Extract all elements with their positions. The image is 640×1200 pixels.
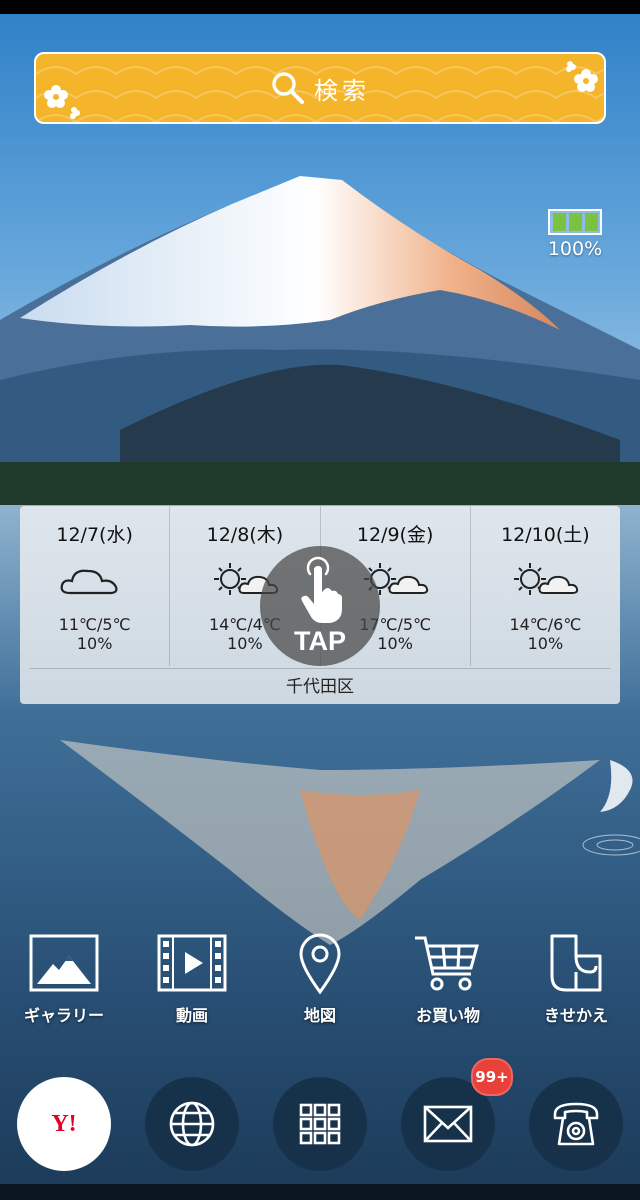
weather-location: 千代田区 [286, 677, 354, 697]
app-map[interactable]: 地図 [256, 928, 384, 1026]
weather-temp: 11℃/5℃ [58, 615, 131, 634]
blossom-icon [44, 85, 80, 119]
map-pin-icon [299, 933, 341, 994]
tap-hand-icon [301, 556, 342, 623]
weather-date: 12/10(土) [501, 524, 590, 546]
app-video[interactable]: 動画 [128, 928, 256, 1026]
search-label: 検索 [314, 76, 370, 105]
battery-cell [552, 213, 566, 231]
search-icon [272, 72, 304, 104]
dock: Y! [0, 1077, 640, 1171]
weather-day: 12/10(土) 14℃/6℃ 10% [469, 506, 620, 666]
weather-rain-chance: 10% [76, 634, 113, 653]
yahoo-icon: Y! [51, 1110, 77, 1137]
phone-button[interactable] [529, 1077, 623, 1171]
mail-badge: 99+ [471, 1058, 513, 1096]
app-grid-icon [299, 1103, 341, 1145]
weather-divider [30, 668, 610, 669]
sun-cloud-icon [514, 563, 579, 595]
theme-icon [550, 934, 602, 992]
app-shortcuts: ギャラリー 動画 地図 お買い物 きせかえ [0, 928, 640, 1026]
globe-icon [169, 1101, 215, 1147]
battery-cell [584, 213, 598, 231]
app-label: ギャラリー [23, 1006, 104, 1025]
app-label: 地図 [303, 1006, 336, 1025]
weather-date: 12/9(金) [356, 524, 434, 546]
battery-widget[interactable]: 100% [547, 209, 603, 260]
shopping-cart-icon [415, 936, 479, 991]
weather-temp: 14℃/6℃ [509, 615, 582, 634]
weather-date: 12/7(水) [56, 524, 133, 546]
gallery-icon [29, 934, 99, 992]
cloud-icon [60, 569, 118, 595]
phone-icon [553, 1102, 599, 1146]
app-shopping[interactable]: お買い物 [384, 928, 512, 1026]
app-label: お買い物 [415, 1006, 480, 1025]
weather-rain-chance: 10% [527, 634, 564, 653]
navigation-bar [0, 1184, 640, 1200]
mail-icon [423, 1105, 473, 1143]
app-drawer-button[interactable] [273, 1077, 367, 1171]
battery-cell [568, 213, 582, 231]
app-gallery[interactable]: ギャラリー [0, 928, 128, 1026]
battery-icon [548, 209, 602, 235]
yahoo-button[interactable]: Y! [17, 1077, 111, 1171]
weather-day: 12/7(水) 11℃/5℃ 10% [20, 506, 169, 666]
status-bar [0, 0, 640, 14]
tap-label: TAP [294, 626, 346, 656]
browser-button[interactable] [145, 1077, 239, 1171]
weather-date: 12/8(木) [206, 524, 284, 546]
battery-percent: 100% [547, 238, 603, 260]
video-icon [157, 934, 227, 992]
app-theme[interactable]: きせかえ [512, 928, 640, 1026]
app-label: 動画 [175, 1006, 208, 1025]
tap-hint-button[interactable]: TAP [260, 546, 380, 666]
search-bar[interactable]: 検索 [34, 52, 606, 124]
app-label: きせかえ [543, 1006, 608, 1025]
weather-widget[interactable]: 12/7(水) 11℃/5℃ 10% 12/8(木) 14℃/4℃ 10% 12… [20, 506, 620, 704]
blossom-icon [566, 61, 598, 92]
